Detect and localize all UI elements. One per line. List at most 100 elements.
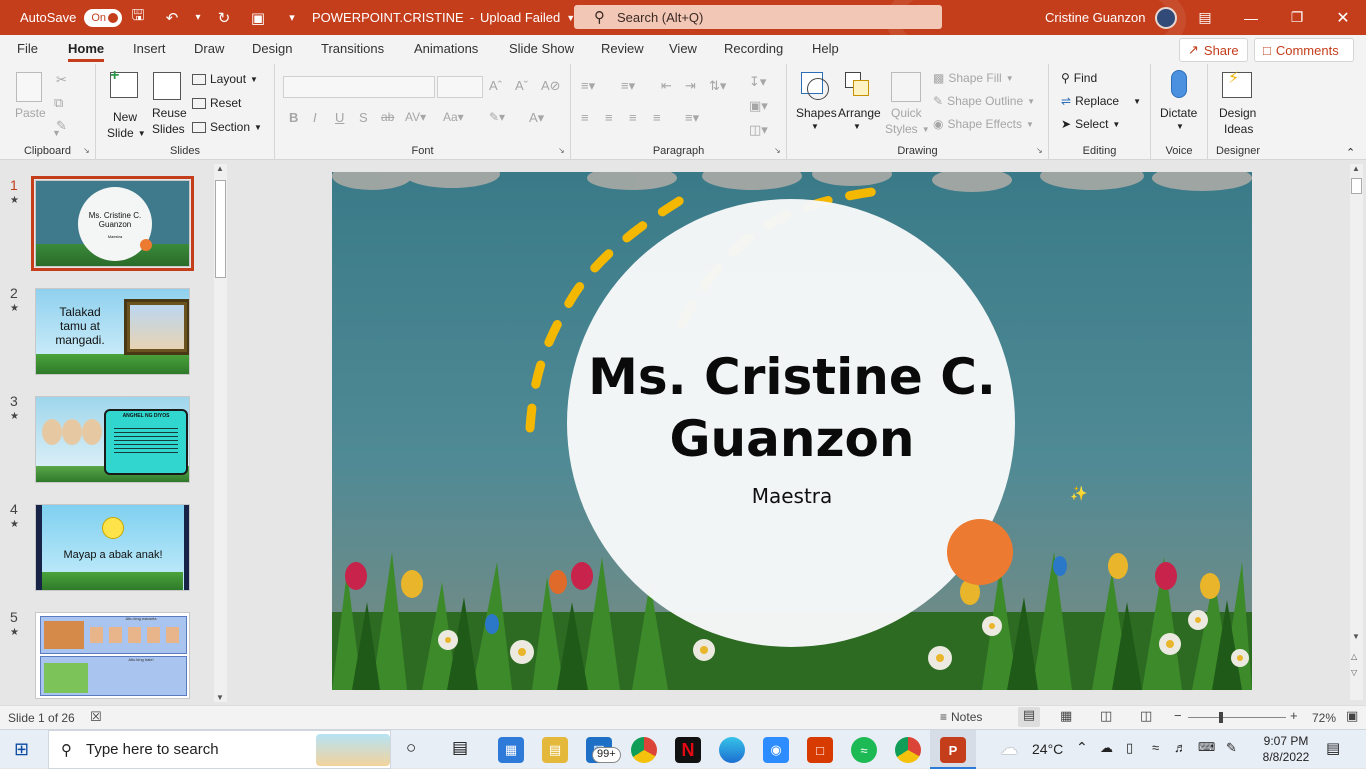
tab-design[interactable]: Design — [252, 41, 292, 56]
powerpoint-taskbar-button[interactable]: P — [930, 730, 976, 769]
quick-styles-icon[interactable] — [891, 72, 921, 102]
slide-canvas[interactable]: ✨ Ms. Cristine C. Guanzon Maestra — [332, 172, 1252, 690]
format-painter-icon[interactable]: ✎ — [56, 118, 67, 134]
slide-sorter-icon[interactable]: ▦ — [1060, 708, 1072, 724]
zoom-level[interactable]: 72% — [1312, 711, 1336, 725]
restore-icon[interactable]: ❐ — [1274, 0, 1320, 35]
zoom-slider[interactable] — [1188, 717, 1286, 718]
align-right-icon[interactable]: ≡ — [629, 110, 637, 125]
copy-icon[interactable]: ⧉ — [54, 95, 63, 111]
scrollbar-thumb[interactable] — [215, 180, 226, 278]
slide-thumbnail-3[interactable]: ANGHEL NG DIYOS — [35, 396, 190, 483]
temperature[interactable]: 24°C — [1032, 741, 1063, 757]
task-view-icon[interactable]: ▤ — [452, 738, 468, 758]
office-icon[interactable]: □ — [807, 737, 833, 763]
slide-thumbnail-2[interactable]: Talakad tamu at mangadi. — [35, 288, 190, 375]
chevron-up-icon[interactable]: ⌃ — [1076, 739, 1088, 756]
dictate-button[interactable]: Dictate — [1160, 106, 1197, 120]
select-button[interactable]: ➤ Select ▼ — [1061, 117, 1120, 131]
undo-dropdown-icon[interactable]: ▾ — [194, 12, 202, 23]
save-icon[interactable]: 🖫 — [126, 5, 150, 30]
reset-button[interactable]: Reset — [192, 96, 241, 110]
reading-view-icon[interactable]: ◫ — [1100, 708, 1112, 724]
zoom-icon[interactable]: ◉ — [763, 737, 789, 763]
quick-styles-label[interactable]: Styles ▼ — [885, 122, 930, 136]
thumbnail-scrollbar[interactable]: ▲ ▼ — [214, 164, 227, 702]
shapes-button[interactable]: Shapes — [796, 106, 837, 120]
paste-icon[interactable] — [16, 72, 42, 102]
accessibility-icon[interactable]: ☒ — [90, 709, 102, 725]
avatar[interactable] — [1155, 6, 1178, 29]
shape-effects-button[interactable]: ◉ Shape Effects ▼ — [933, 117, 1034, 131]
bullets-icon[interactable]: ≡▾ — [581, 78, 595, 94]
layout-button[interactable]: Layout ▼ — [192, 72, 258, 86]
onedrive-icon[interactable]: ☁ — [1100, 740, 1113, 756]
highlight-icon[interactable]: ✎▾ — [489, 110, 505, 124]
smartart-icon[interactable]: ◫▾ — [749, 122, 768, 138]
tab-view[interactable]: View — [669, 41, 697, 56]
volume-icon[interactable]: ♬ — [1174, 740, 1187, 755]
line-spacing-icon[interactable]: ⇅▾ — [709, 78, 726, 94]
replace-button[interactable]: ⇌ Replace ▼ — [1061, 94, 1141, 108]
slide-thumbnail-4[interactable]: Mayap a abak anak! — [35, 504, 190, 591]
dialog-launcher-icon[interactable]: ↘ — [1036, 146, 1043, 155]
slide-scrollbar[interactable]: ▲ ▼ △ ▽ — [1350, 164, 1363, 700]
tab-transitions[interactable]: Transitions — [321, 41, 384, 56]
minimize-icon[interactable]: — — [1228, 0, 1274, 35]
comments-button[interactable]: □ Comments — [1254, 38, 1354, 62]
tab-help[interactable]: Help — [812, 41, 839, 56]
spotify-icon[interactable]: ≈ — [851, 737, 877, 763]
tab-animations[interactable]: Animations — [414, 41, 478, 56]
tab-file[interactable]: File — [17, 41, 38, 56]
dialog-launcher-icon[interactable]: ↘ — [774, 146, 781, 155]
chrome-icon[interactable] — [631, 737, 657, 763]
slide-thumbnail-1[interactable]: Ms. Cristine C. Guanzon Maestra — [31, 176, 194, 271]
tab-review[interactable]: Review — [601, 41, 644, 56]
netflix-icon[interactable]: N — [675, 737, 701, 763]
zoom-in-icon[interactable]: + — [1290, 708, 1298, 723]
ribbon-display-icon[interactable]: ▤ — [1182, 0, 1228, 35]
dictate-dropdown-icon[interactable]: ▼ — [1176, 122, 1184, 131]
normal-view-icon[interactable]: ▤ — [1018, 707, 1040, 727]
store-icon[interactable]: ▦ — [498, 737, 524, 763]
clear-formatting-icon[interactable]: A⊘ — [541, 78, 561, 94]
increase-font-icon[interactable]: Aˆ — [489, 78, 502, 93]
autosave-toggle[interactable]: AutoSave On — [20, 0, 123, 35]
microphone-icon[interactable] — [1171, 70, 1187, 98]
new-slide-label[interactable]: Slide ▼ — [107, 126, 146, 140]
increase-indent-icon[interactable]: ⇥ — [685, 78, 696, 94]
underline-icon[interactable]: U — [335, 110, 344, 125]
find-button[interactable]: ⚲ Find — [1061, 71, 1097, 85]
tab-home[interactable]: Home — [68, 41, 105, 62]
bold-icon[interactable]: B — [289, 110, 298, 125]
numbering-icon[interactable]: ≡▾ — [621, 78, 635, 94]
customize-qat-icon[interactable]: ▾ — [280, 11, 304, 24]
fit-slide-icon[interactable]: ▣ — [1346, 708, 1358, 724]
cortana-icon[interactable]: ○ — [406, 738, 416, 758]
next-slide-icon[interactable]: ▽ — [1351, 668, 1357, 677]
quick-styles-button[interactable]: Quick — [891, 106, 922, 120]
language-icon[interactable]: ⌨ — [1198, 740, 1215, 754]
strikethrough-icon[interactable]: ab — [381, 110, 394, 124]
align-center-icon[interactable]: ≡ — [605, 110, 613, 125]
weather-cloud-icon[interactable]: ☁ — [1000, 738, 1018, 759]
decrease-indent-icon[interactable]: ⇤ — [661, 78, 672, 94]
shadow-icon[interactable]: S — [359, 110, 368, 125]
share-button[interactable]: ↗ Share — [1179, 38, 1248, 62]
redo-icon[interactable]: ↻ — [212, 9, 236, 27]
tab-draw[interactable]: Draw — [194, 41, 224, 56]
present-icon[interactable]: ▣ — [246, 9, 270, 27]
paste-button[interactable]: Paste — [15, 106, 46, 120]
italic-icon[interactable]: I — [313, 110, 317, 125]
search-box[interactable]: ⚲ Search (Alt+Q) — [574, 5, 942, 29]
battery-icon[interactable]: ▯ — [1126, 740, 1133, 756]
wifi-icon[interactable]: ≈ — [1152, 740, 1159, 755]
zoom-out-icon[interactable]: − — [1174, 708, 1182, 723]
change-case-icon[interactable]: Aa▾ — [443, 110, 464, 124]
user-name[interactable]: Cristine Guanzon — [1045, 10, 1145, 25]
align-text-icon[interactable]: ▣▾ — [749, 98, 768, 114]
collapse-ribbon-icon[interactable]: ⌃ — [1346, 146, 1355, 159]
slide-subtitle[interactable]: Maestra — [567, 484, 1017, 508]
columns-icon[interactable]: ≡▾ — [685, 110, 699, 126]
tab-insert[interactable]: Insert — [133, 41, 166, 56]
